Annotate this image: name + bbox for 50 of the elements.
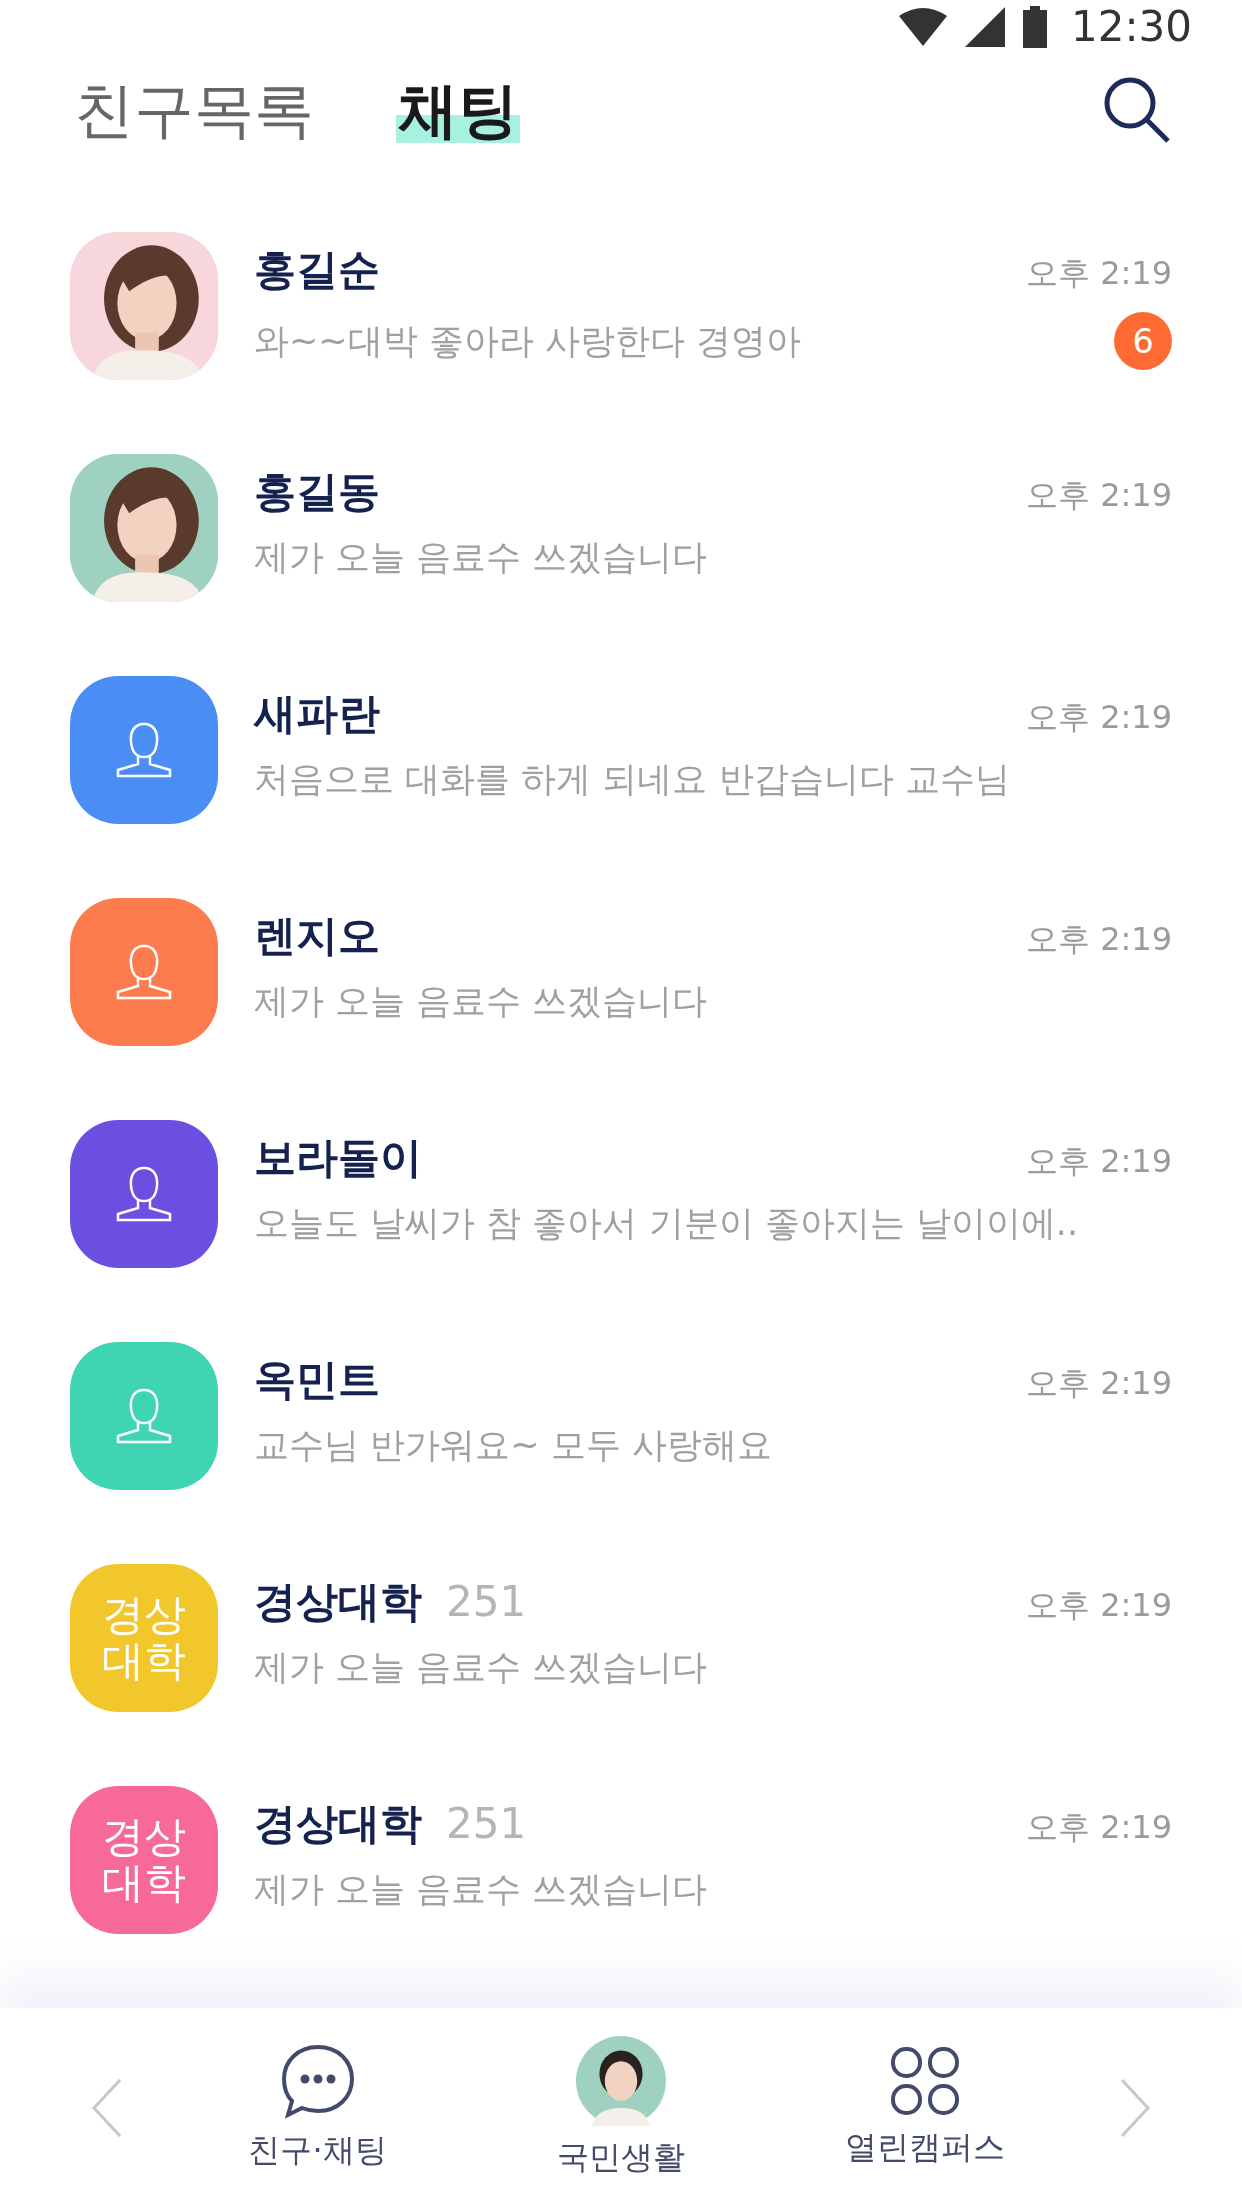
message-preview: 제가 오늘 음료수 쓰겠습니다 xyxy=(254,980,708,1023)
avatar-label: 경상 xyxy=(102,1813,186,1860)
chat-time: 오후 2:19 xyxy=(1025,1363,1172,1404)
chevron-left-icon[interactable] xyxy=(90,2078,124,2138)
person-icon xyxy=(114,942,174,1002)
member-count: 251 xyxy=(446,1577,527,1626)
nav-item[interactable]: 친구·채팅 xyxy=(207,2043,428,2173)
message-preview: 제가 오늘 음료수 쓰겠습니다 xyxy=(254,1868,708,1911)
avatar-label: 경상 xyxy=(102,1591,186,1638)
nav-item[interactable]: 열린캠퍼스 xyxy=(814,2046,1035,2170)
chat-name: 새파란 xyxy=(254,688,380,740)
battery-icon xyxy=(1022,5,1047,48)
status-time: 12:30 xyxy=(1070,2,1192,52)
signal-icon xyxy=(964,6,1005,47)
chat-time: 오후 2:19 xyxy=(1025,1807,1172,1848)
avatar[interactable] xyxy=(70,676,218,824)
avatar[interactable] xyxy=(70,1120,218,1268)
chat-time: 오후 2:19 xyxy=(1025,475,1172,516)
chat-bubble-icon xyxy=(279,2043,356,2119)
message-preview: 교수님 반가워요~ 모두 사랑해요 xyxy=(254,1424,772,1467)
person-icon xyxy=(114,1386,174,1446)
message-preview: 제가 오늘 음료수 쓰겠습니다 xyxy=(254,536,708,579)
message-preview: 제가 오늘 음료수 쓰겠습니다 xyxy=(254,1646,708,1689)
chat-name: 옥민트 xyxy=(254,1354,380,1406)
avatar-label: 대학 xyxy=(102,1860,186,1907)
chat-name: 경상대학 xyxy=(254,1798,422,1850)
chat-time: 오후 2:19 xyxy=(1025,1141,1172,1182)
chat-name: 경상대학 xyxy=(254,1576,422,1628)
message-preview: 오늘도 날씨가 참 좋아서 기분이 좋아지는 날이이에.. xyxy=(254,1202,1078,1245)
tab[interactable]: 친구목록 xyxy=(72,77,316,144)
grid-icon xyxy=(889,2046,960,2116)
nav-item[interactable]: 국민생활 xyxy=(511,2036,731,2180)
chat-time: 오후 2:19 xyxy=(1025,253,1172,294)
chat-name: 보라돌이 xyxy=(254,1132,422,1184)
avatar[interactable] xyxy=(70,898,218,1046)
person-icon xyxy=(114,1164,174,1224)
chat-name: 홍길순 xyxy=(254,244,380,296)
avatar-label: 대학 xyxy=(102,1638,186,1685)
chat-time: 오후 2:19 xyxy=(1025,1585,1172,1626)
unread-badge: 6 xyxy=(1114,312,1172,370)
chat-name: 렌지오 xyxy=(254,910,380,962)
person-icon xyxy=(114,720,174,780)
wifi-icon xyxy=(898,7,947,46)
chevron-right-icon[interactable] xyxy=(1118,2078,1152,2138)
chat-time: 오후 2:19 xyxy=(1025,919,1172,960)
member-count: 251 xyxy=(446,1799,527,1848)
message-preview: 와~~대박 좋아라 사랑한다 경영아 xyxy=(254,319,802,363)
chat-time: 오후 2:19 xyxy=(1025,697,1172,738)
chat-name: 홍길동 xyxy=(254,466,380,518)
message-preview: 처음으로 대화를 하게 되네요 반갑습니다 교수님 xyxy=(254,758,1010,801)
